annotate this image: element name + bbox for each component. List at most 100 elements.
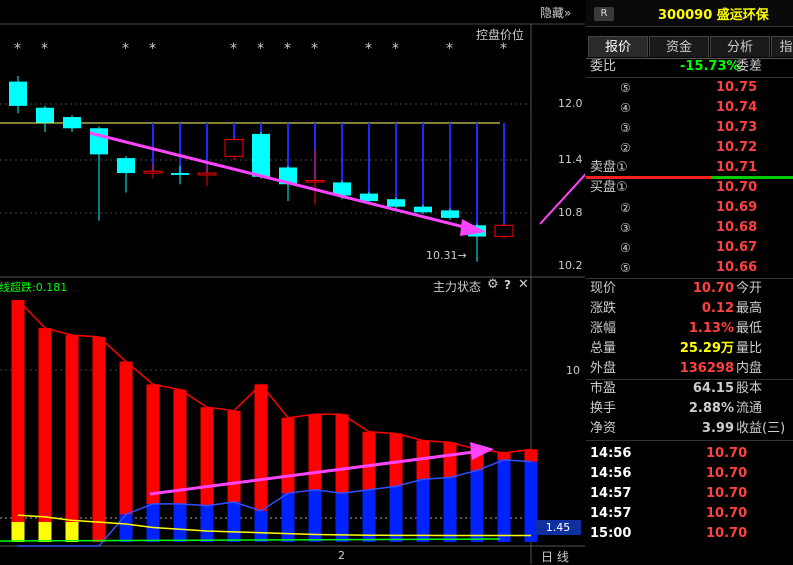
stock-code-name: 300090 盛运环保 bbox=[658, 8, 769, 23]
indicator-tick-10: 10 bbox=[566, 364, 580, 377]
chevron-right-icon: » bbox=[564, 6, 572, 20]
buy-row[interactable]: 买盘① 10.70 bbox=[586, 178, 793, 198]
tab-quote[interactable]: 报价 bbox=[588, 36, 648, 57]
weibi-value: -15.73% bbox=[680, 59, 740, 74]
sell-row[interactable]: ② 10.72 bbox=[586, 138, 793, 158]
candle-body bbox=[252, 133, 270, 177]
signal-star: * bbox=[284, 41, 291, 57]
candle-body bbox=[63, 117, 81, 129]
candle-body bbox=[305, 180, 325, 183]
chart-area[interactable]: * * * * * * * * * * * * 隐藏» 控盘价位 12.0 11.4 10.8 10.… bbox=[0, 0, 585, 564]
stat-row: 涨跌 0.12 最高 bbox=[586, 299, 793, 319]
stat-value: 25.29万 bbox=[679, 341, 734, 356]
stat-label2: 内盘 bbox=[736, 361, 763, 376]
buy-row[interactable]: ④ 10.67 bbox=[586, 238, 793, 258]
price-tick-102: 10.2 bbox=[558, 259, 583, 272]
buy-level: ⑤ bbox=[620, 261, 631, 275]
stat-label2: 今开 bbox=[736, 281, 763, 296]
help-icon[interactable]: ? bbox=[504, 278, 511, 292]
indicator-left-label: 中线超跌:0.181 bbox=[0, 281, 68, 294]
stat-label: 涨幅 bbox=[590, 321, 617, 336]
stat-row: 外盘 136298 内盘 bbox=[586, 359, 793, 379]
indicator-blue-bar bbox=[119, 514, 133, 542]
sell-level: ④ bbox=[620, 101, 631, 115]
weibi-row: 委比 -15.73% 委差 bbox=[586, 57, 793, 77]
buy-price: 10.69 bbox=[716, 200, 758, 215]
candle-body bbox=[224, 138, 244, 157]
tick-price: 10.70 bbox=[706, 506, 748, 521]
quote-tabs: 报价 资金 分析 指 bbox=[586, 36, 793, 59]
indicator-blue-bar bbox=[227, 502, 241, 542]
stat-label: 换手 bbox=[590, 401, 617, 416]
indicator-red-bar bbox=[65, 335, 79, 542]
tick-row: 14:56 10.70 bbox=[586, 464, 793, 484]
buy-price: 10.70 bbox=[716, 180, 758, 195]
tick-row: 14:57 10.70 bbox=[586, 484, 793, 504]
tick-price: 10.70 bbox=[706, 446, 748, 461]
stat-value: 2.88% bbox=[688, 401, 734, 416]
buy-level: ③ bbox=[620, 221, 631, 235]
sell-price: 10.75 bbox=[716, 80, 758, 95]
tick-row: 14:57 10.70 bbox=[586, 504, 793, 524]
hide-button[interactable]: 隐藏» bbox=[540, 4, 571, 21]
candle-body bbox=[117, 158, 135, 174]
candle-body bbox=[9, 81, 27, 106]
stat-value: 1.13% bbox=[688, 321, 734, 336]
signal-star: * bbox=[41, 41, 48, 57]
buy-row[interactable]: ⑤ 10.66 bbox=[586, 258, 793, 278]
tick-price: 10.70 bbox=[706, 466, 748, 481]
period-label[interactable]: 日 线 bbox=[541, 548, 569, 565]
indicator-yellow-bar bbox=[38, 522, 52, 542]
tab-index[interactable]: 指 bbox=[771, 36, 793, 57]
price-tick-114: 11.4 bbox=[558, 153, 583, 166]
tick-price: 10.70 bbox=[706, 486, 748, 501]
candle-body bbox=[143, 170, 163, 174]
tick-time: 14:57 bbox=[590, 506, 632, 521]
indicator-red-bar bbox=[92, 336, 106, 542]
candle-body bbox=[36, 107, 54, 123]
tab-analysis[interactable]: 分析 bbox=[710, 36, 770, 57]
stat-label: 总量 bbox=[590, 341, 617, 356]
stat-label2: 股本 bbox=[736, 381, 763, 396]
signal-star: * bbox=[230, 41, 237, 57]
r-badge[interactable]: R bbox=[594, 7, 614, 21]
indicator-yellow-bar bbox=[65, 522, 79, 542]
stat-label: 净资 bbox=[590, 421, 617, 436]
sell-row[interactable]: 卖盘① 10.71 bbox=[586, 158, 793, 178]
candle-body bbox=[197, 172, 217, 176]
indicator-blue-bar bbox=[173, 503, 187, 542]
indicator-value-box: 1.45 bbox=[535, 520, 581, 535]
quote-panel: R 300090 盛运环保 报价 资金 分析 指 委比 -15.73% 委差 ⑤… bbox=[586, 0, 793, 564]
stat-row: 现价 10.70 今开 bbox=[586, 279, 793, 299]
indicator-red-bar bbox=[11, 300, 25, 542]
stat-row: 涨幅 1.13% 最低 bbox=[586, 319, 793, 339]
stat-label: 外盘 bbox=[590, 361, 617, 376]
stat-label2: 最高 bbox=[736, 301, 763, 316]
sell-row[interactable]: ⑤ 10.75 bbox=[586, 78, 793, 98]
gear-icon[interactable]: ⚙ bbox=[487, 277, 499, 292]
indicator-blue-bar bbox=[416, 479, 430, 542]
buy-price: 10.66 bbox=[716, 260, 758, 275]
stat-row: 净资 3.99 收益(三) bbox=[586, 419, 793, 439]
candle-body bbox=[360, 193, 378, 202]
indicator-blue-bar bbox=[443, 477, 457, 542]
indicator-blue-bar bbox=[281, 493, 295, 542]
stat-value: 136298 bbox=[679, 361, 734, 376]
signal-star: * bbox=[257, 41, 264, 57]
buy-level: ④ bbox=[620, 241, 631, 255]
hide-label: 隐藏 bbox=[540, 6, 565, 20]
close-icon[interactable]: ✕ bbox=[518, 277, 529, 292]
sell-row[interactable]: ④ 10.74 bbox=[586, 98, 793, 118]
stat-value: 10.70 bbox=[692, 281, 734, 296]
sell-label: 卖盘① bbox=[590, 160, 628, 175]
tick-row: 15:00 10.70 bbox=[586, 524, 793, 544]
tick-time: 14:56 bbox=[590, 446, 632, 461]
indicator-blue-bar bbox=[146, 503, 160, 542]
tab-funds[interactable]: 资金 bbox=[649, 36, 709, 57]
sell-level: ② bbox=[620, 141, 631, 155]
buy-row[interactable]: ② 10.69 bbox=[586, 198, 793, 218]
sell-row[interactable]: ③ 10.73 bbox=[586, 118, 793, 138]
price-tick-108: 10.8 bbox=[558, 206, 583, 219]
buy-row[interactable]: ③ 10.68 bbox=[586, 218, 793, 238]
indicator-blue-bar bbox=[254, 510, 268, 542]
